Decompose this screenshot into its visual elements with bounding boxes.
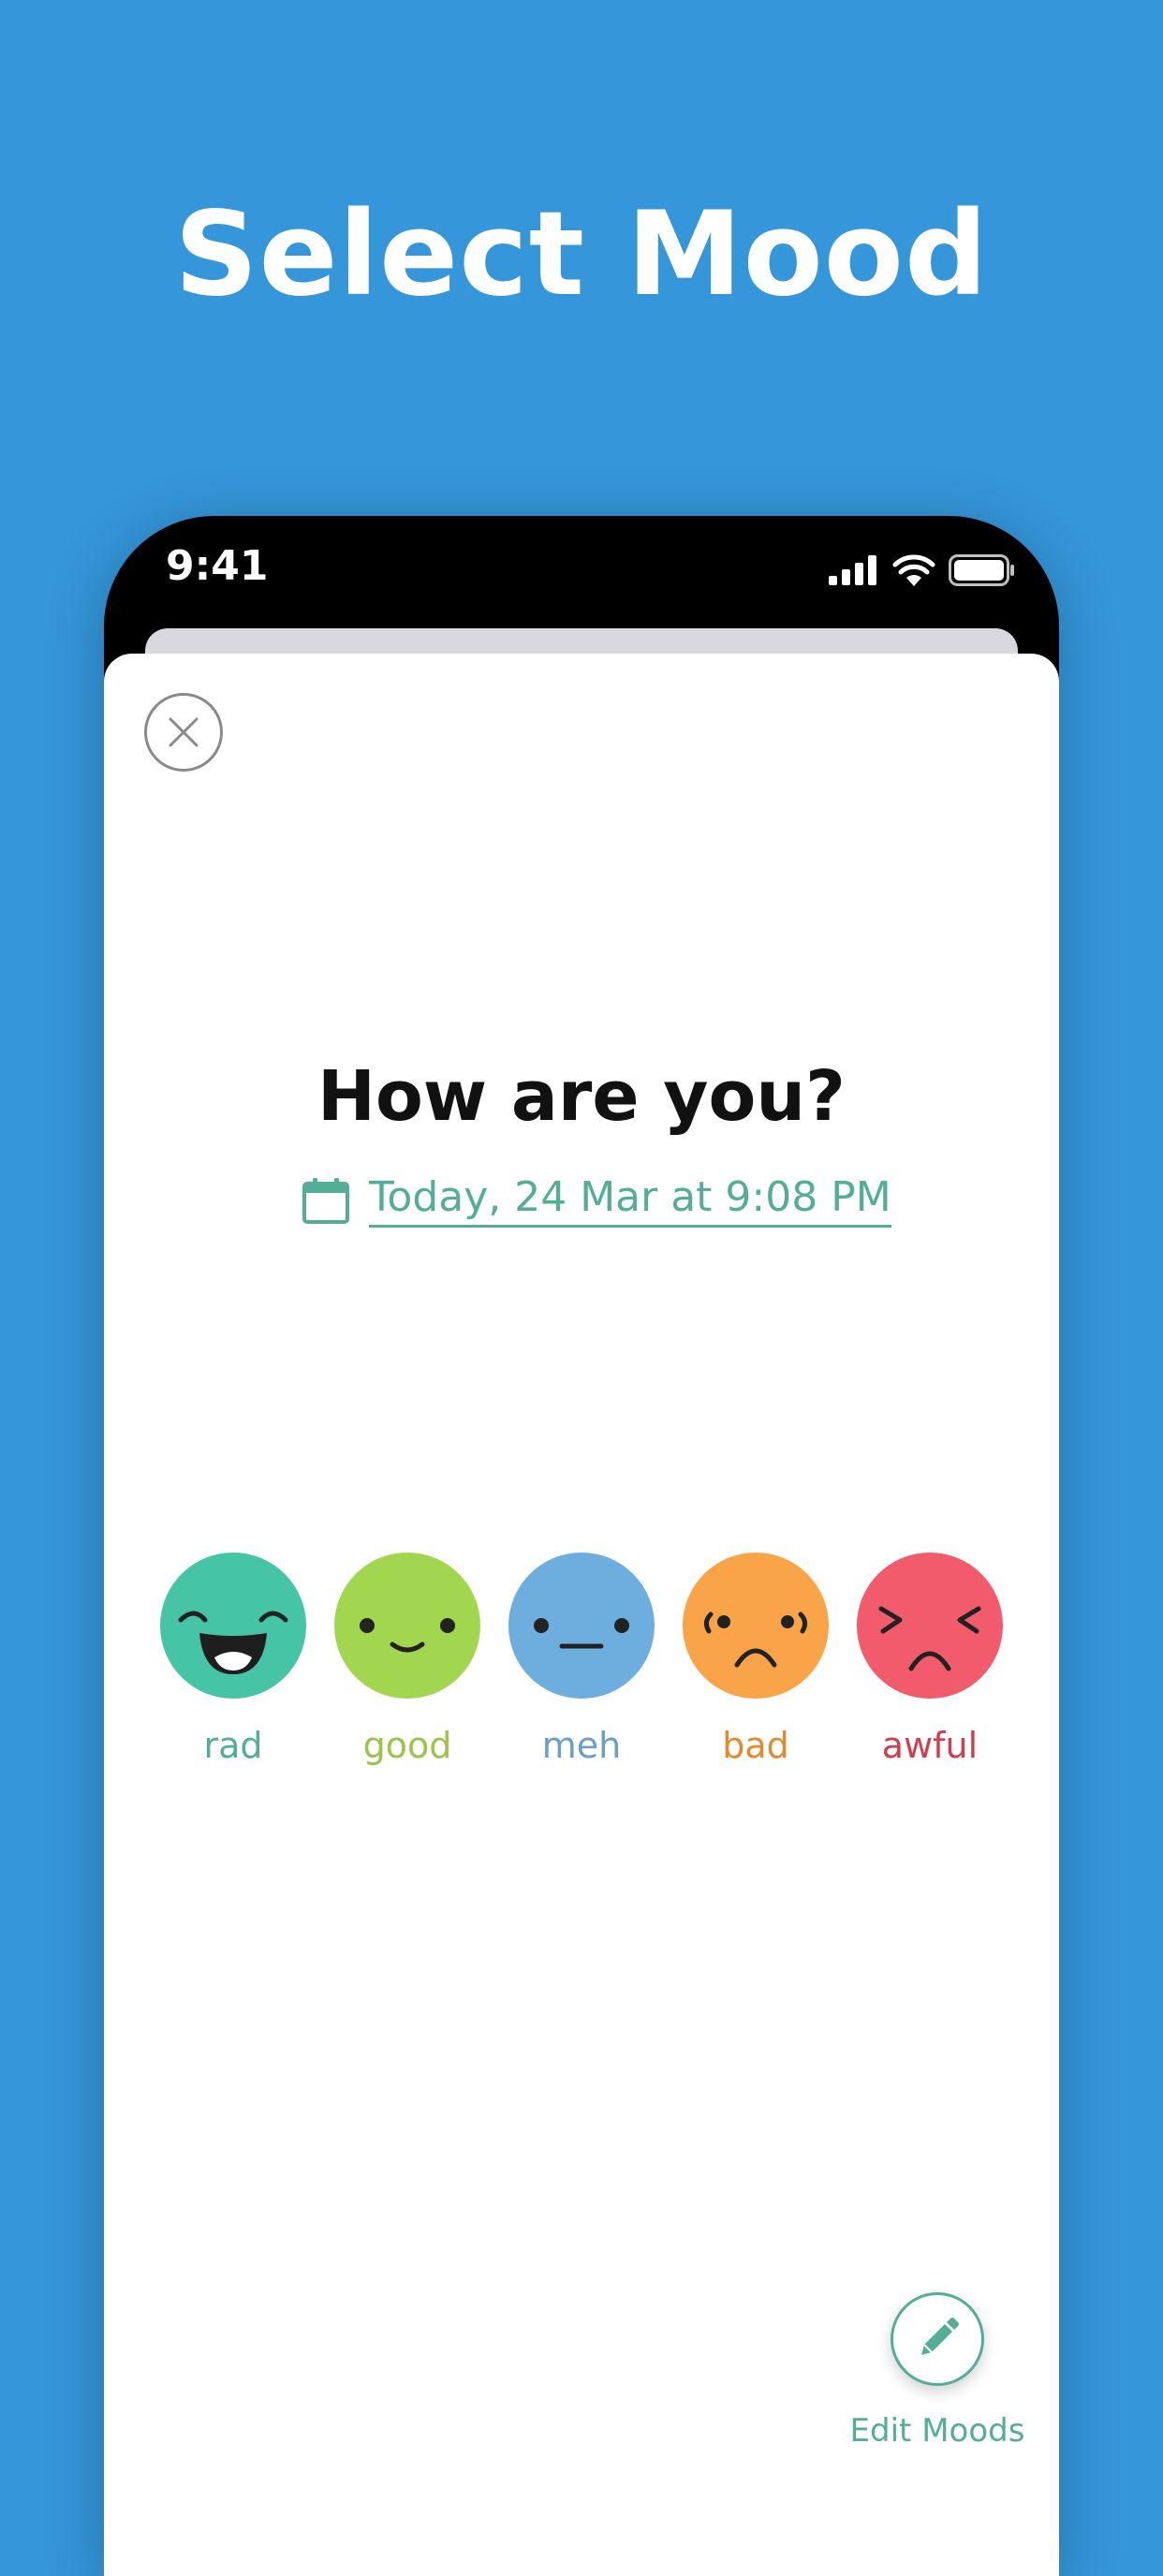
mood-label-meh: meh bbox=[541, 1725, 622, 1766]
headline: Select Mood bbox=[174, 187, 989, 322]
mood-label-bad: bad bbox=[722, 1725, 789, 1766]
question-title: How are you? bbox=[317, 1056, 846, 1137]
edit-moods-button[interactable] bbox=[891, 2292, 984, 2386]
battery-icon bbox=[949, 554, 1014, 586]
close-icon bbox=[169, 717, 199, 747]
mood-label-rad: rad bbox=[203, 1725, 263, 1766]
rad-face-icon[interactable] bbox=[160, 1553, 306, 1699]
close-button[interactable] bbox=[144, 693, 223, 772]
status-time: 9:41 bbox=[166, 542, 269, 590]
bad-face-icon[interactable] bbox=[683, 1553, 829, 1699]
mood-rad[interactable]: rad bbox=[160, 1553, 306, 1766]
pencil-icon bbox=[921, 2318, 959, 2355]
mood-awful[interactable]: awful bbox=[857, 1553, 1003, 1766]
mood-sheet: How are you? Today, 24 Mar at 9:08 PM ra… bbox=[104, 654, 1059, 2576]
awful-face-icon[interactable] bbox=[857, 1553, 1003, 1699]
date-text[interactable]: Today, 24 Mar at 9:08 PM bbox=[369, 1173, 891, 1228]
good-face-icon[interactable] bbox=[334, 1553, 480, 1699]
edit-moods: Edit Moods bbox=[844, 2292, 1031, 2450]
mood-good[interactable]: good bbox=[334, 1553, 480, 1766]
date-picker[interactable]: Today, 24 Mar at 9:08 PM bbox=[302, 1173, 891, 1228]
edit-moods-label[interactable]: Edit Moods bbox=[850, 2412, 1025, 2450]
meh-face-icon[interactable] bbox=[508, 1553, 655, 1699]
phone-frame: 9:41 How are you? Today, 24 Mar at 9:08 … bbox=[104, 516, 1059, 2576]
status-icons bbox=[829, 552, 1016, 589]
calendar-icon bbox=[302, 1178, 349, 1224]
mood-bad[interactable]: bad bbox=[683, 1553, 829, 1766]
signal-icon bbox=[829, 555, 876, 585]
mood-meh[interactable]: meh bbox=[508, 1553, 655, 1766]
mood-options: rad good meh bad awful bbox=[160, 1553, 1003, 1766]
mood-label-good: good bbox=[362, 1725, 452, 1766]
wifi-icon bbox=[892, 554, 935, 586]
mood-label-awful: awful bbox=[881, 1725, 979, 1766]
